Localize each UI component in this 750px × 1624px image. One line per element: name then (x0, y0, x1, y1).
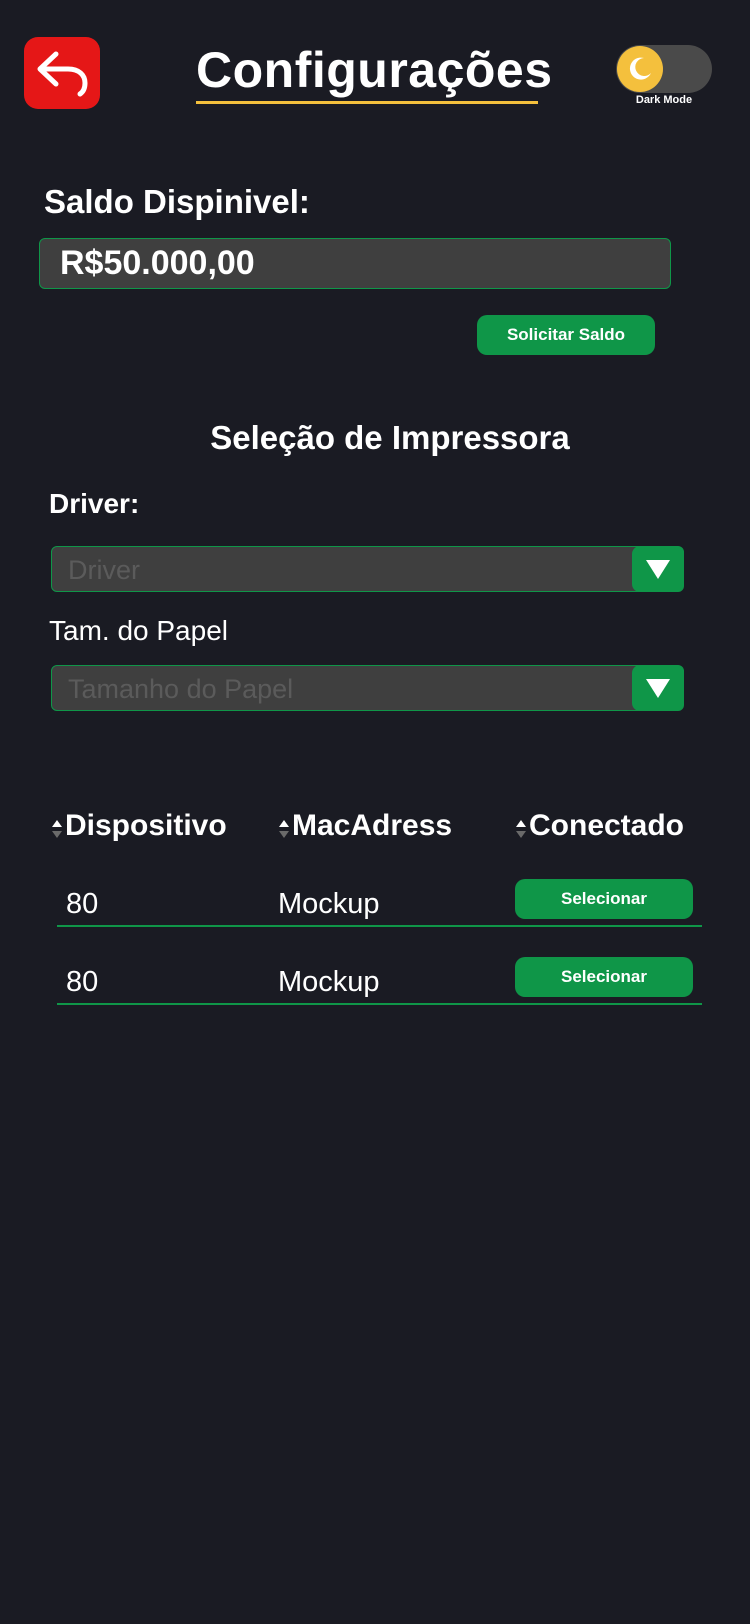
back-button[interactable] (24, 37, 100, 109)
page-title: Configurações (196, 42, 553, 98)
paper-size-dropdown[interactable]: Tamanho do Papel (51, 665, 684, 711)
select-device-button[interactable]: Selecionar (515, 879, 693, 919)
select-device-button[interactable]: Selecionar (515, 957, 693, 997)
moon-icon (629, 57, 651, 80)
balance-value: R$50.000,00 (39, 238, 671, 289)
dark-mode-toggle[interactable] (616, 45, 712, 93)
reply-arrow-icon (37, 51, 88, 97)
column-header-connected[interactable]: Conectado (515, 809, 684, 843)
printer-section-title: Seleção de Impressora (210, 419, 570, 456)
device-cell: 80 (66, 888, 99, 920)
column-header-device[interactable]: Dispositivo (51, 809, 227, 843)
title-underline (196, 101, 538, 104)
column-header-label: Dispositivo (65, 809, 227, 842)
triangle-down-icon (646, 679, 670, 698)
column-header-label: MacAdress (292, 809, 453, 842)
driver-placeholder: Driver (68, 555, 140, 585)
paper-size-placeholder: Tamanho do Papel (68, 674, 294, 704)
sort-icon (516, 820, 526, 838)
row-divider (57, 1003, 702, 1005)
column-header-label: Conectado (529, 809, 685, 842)
sort-icon (52, 820, 62, 838)
triangle-down-icon (646, 560, 670, 579)
driver-dropdown[interactable]: Driver (51, 546, 684, 592)
mac-cell: Mockup (278, 888, 380, 920)
driver-dropdown-button[interactable] (632, 546, 684, 592)
driver-label: Driver: (49, 488, 140, 519)
paper-size-label: Tam. do Papel (49, 615, 228, 646)
paper-size-dropdown-button[interactable] (632, 665, 684, 711)
request-balance-button[interactable]: Solicitar Saldo (477, 315, 655, 355)
sort-icon (279, 820, 289, 838)
dark-mode-label: Dark Mode (635, 94, 693, 106)
column-header-mac[interactable]: MacAdress (278, 809, 452, 843)
toggle-knob (617, 46, 663, 92)
device-cell: 80 (66, 966, 99, 998)
balance-label: Saldo Dispinivel: (44, 183, 310, 220)
row-divider (57, 925, 702, 927)
mac-cell: Mockup (278, 966, 380, 998)
